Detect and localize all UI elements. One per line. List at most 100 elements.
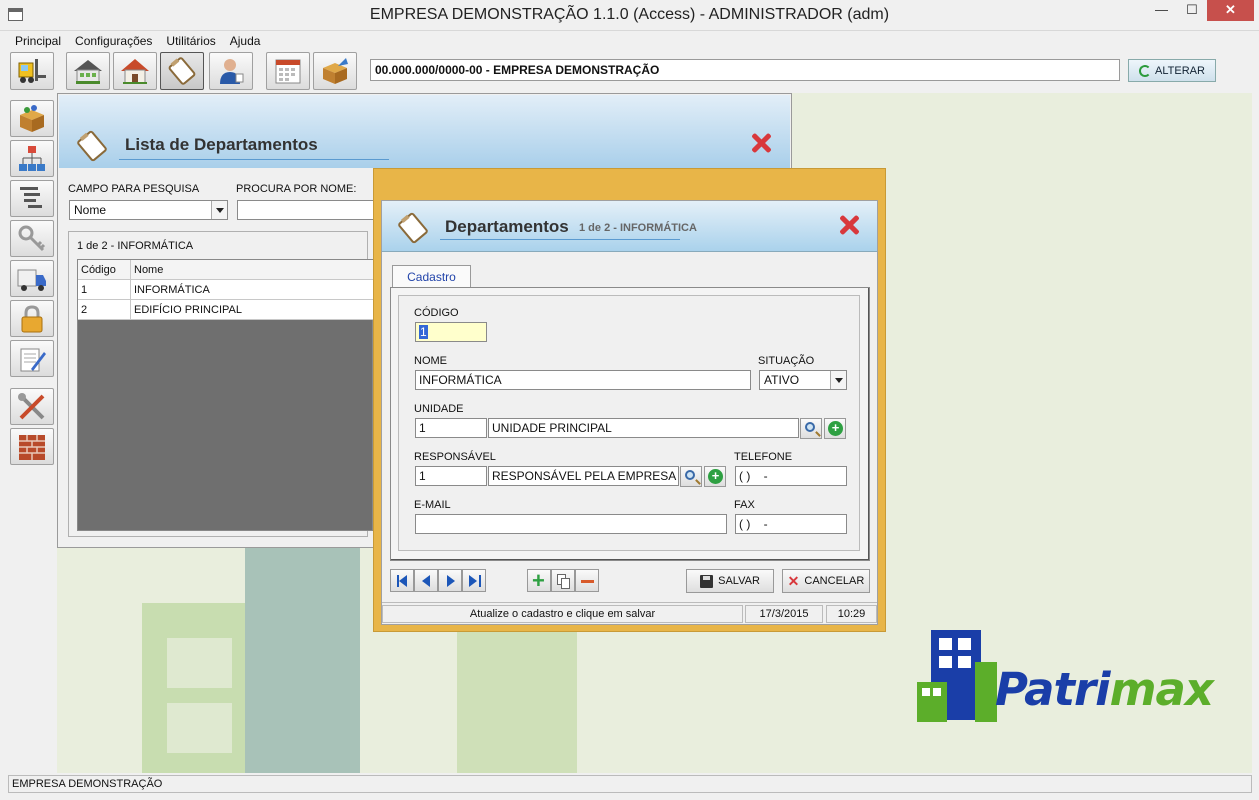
close-window-button[interactable]: ✕ xyxy=(1207,0,1254,21)
unidade-label: UNIDADE xyxy=(414,403,464,415)
table-header-row: Código Nome xyxy=(78,260,374,280)
procura-nome-label: PROCURA POR NOME: xyxy=(236,183,357,195)
package-icon xyxy=(17,104,47,134)
next-record-button[interactable] xyxy=(438,569,462,592)
last-record-button[interactable] xyxy=(462,569,486,592)
cancelar-button[interactable]: ✕ CANCELAR xyxy=(782,569,870,593)
campo-pesquisa-select[interactable]: Nome xyxy=(69,200,228,220)
codigo-input[interactable]: 1 xyxy=(415,322,487,342)
close-icon[interactable] xyxy=(837,213,861,237)
brick-wall-icon xyxy=(17,432,47,462)
lista-title: Lista de Departamentos xyxy=(125,135,318,154)
email-label: E-MAIL xyxy=(414,499,451,511)
tools-button[interactable] xyxy=(10,388,54,425)
codigo-label: CÓDIGO xyxy=(414,307,459,319)
cell-codigo: 2 xyxy=(81,304,88,316)
main-status-bar: EMPRESA DEMONSTRAÇÃO xyxy=(8,775,1252,793)
products-button[interactable] xyxy=(10,100,54,137)
search-responsavel-button[interactable] xyxy=(680,466,702,487)
add-icon: + xyxy=(708,469,723,484)
departamentos-button[interactable] xyxy=(160,52,204,90)
first-record-button[interactable] xyxy=(390,569,414,592)
add-unidade-button[interactable]: + xyxy=(824,418,846,439)
table-row[interactable]: 1 INFORMÁTICA xyxy=(78,280,374,300)
results-panel: 1 de 2 - INFORMÁTICA Código Nome 1 INFOR… xyxy=(68,231,374,537)
menu-ajuda[interactable]: Ajuda xyxy=(223,31,268,50)
column-header-codigo[interactable]: Código xyxy=(81,264,116,276)
calendar-button[interactable] xyxy=(266,52,310,90)
delete-record-button[interactable] xyxy=(575,569,599,592)
forklift-icon xyxy=(17,57,47,85)
unidade-code-input[interactable]: 1 xyxy=(415,418,487,438)
table-row[interactable]: 2 EDIFÍCIO PRINCIPAL xyxy=(78,300,374,320)
responsavel-name-input[interactable]: RESPONSÁVEL PELA EMPRESA xyxy=(488,466,679,486)
responsavel-label: RESPONSÁVEL xyxy=(414,451,496,463)
plus-icon: + xyxy=(532,568,545,593)
window-title-bar: EMPRESA DEMONSTRAÇÃO 1.1.0 (Access) - AD… xyxy=(0,0,1259,31)
cadastro-form: CÓDIGO 1 NOME INFORMÁTICA SITUAÇÃO ATIVO… xyxy=(398,295,860,551)
departments-table: Código Nome 1 INFORMÁTICA 2 EDIFÍCIO PRI… xyxy=(77,259,374,531)
search-icon xyxy=(805,422,815,432)
home-button[interactable] xyxy=(113,52,157,90)
calendar-icon xyxy=(273,56,303,86)
campo-pesquisa-value: Nome xyxy=(74,203,107,217)
company-field[interactable]: 00.000.000/0000-00 - EMPRESA DEMONSTRAÇÃ… xyxy=(370,59,1120,81)
add-responsavel-button[interactable]: + xyxy=(704,466,726,487)
next-icon xyxy=(447,575,455,587)
previous-record-button[interactable] xyxy=(414,569,438,592)
menu-utilitarios[interactable]: Utilitários xyxy=(159,31,222,50)
chevron-down-icon xyxy=(211,201,227,219)
procura-nome-input[interactable] xyxy=(237,200,387,220)
add-icon: + xyxy=(828,421,843,436)
key-icon xyxy=(17,224,47,254)
patrimax-logo: Patrimax xyxy=(915,628,1215,728)
departamentos-dialog: Departamentos 1 de 2 - INFORMÁTICA Cadas… xyxy=(381,200,878,625)
record-count: 1 de 2 - INFORMÁTICA xyxy=(77,240,194,252)
user-icon xyxy=(216,56,246,86)
first-icon xyxy=(399,575,407,587)
org-chart-button[interactable] xyxy=(10,140,54,177)
situacao-select[interactable]: ATIVO xyxy=(759,370,847,390)
maximize-button[interactable]: ☐ xyxy=(1178,0,1206,21)
keys-button[interactable] xyxy=(10,220,54,257)
tab-cadastro[interactable]: Cadastro xyxy=(392,265,471,288)
alterar-label: ALTERAR xyxy=(1155,64,1205,77)
user-button[interactable] xyxy=(209,52,253,90)
column-header-nome[interactable]: Nome xyxy=(134,264,163,276)
document-pen-icon xyxy=(17,344,47,374)
forklift-button[interactable] xyxy=(10,52,54,90)
menu-bar: Principal Configurações Utilitários Ajud… xyxy=(8,31,267,50)
tree-list-button[interactable] xyxy=(10,180,54,217)
menu-configuracoes[interactable]: Configurações xyxy=(68,31,159,50)
close-icon[interactable] xyxy=(749,131,773,155)
dept-header: Departamentos 1 de 2 - INFORMÁTICA xyxy=(382,201,877,252)
truck-button[interactable] xyxy=(10,260,54,297)
duplicate-record-button[interactable] xyxy=(551,569,575,592)
menu-principal[interactable]: Principal xyxy=(8,31,68,50)
add-record-button[interactable]: + xyxy=(527,568,551,593)
cell-codigo: 1 xyxy=(81,284,88,296)
fax-input[interactable]: ( ) - xyxy=(735,514,847,534)
clipboard-icon xyxy=(167,56,197,86)
responsavel-code-input[interactable]: 1 xyxy=(415,466,487,486)
logo-text-max: max xyxy=(1109,663,1214,716)
nome-input[interactable]: INFORMÁTICA xyxy=(415,370,751,390)
documents-button[interactable] xyxy=(10,340,54,377)
salvar-button[interactable]: SALVAR xyxy=(686,569,774,593)
open-box-button[interactable] xyxy=(313,52,357,90)
lista-header: Lista de Departamentos xyxy=(59,95,790,168)
email-input[interactable] xyxy=(415,514,727,534)
unidade-name-input[interactable]: UNIDADE PRINCIPAL xyxy=(488,418,799,438)
minus-icon xyxy=(581,580,594,583)
wrench-icon xyxy=(17,392,47,422)
telefone-input[interactable]: ( ) - xyxy=(735,466,847,486)
cell-nome: INFORMÁTICA xyxy=(134,284,210,296)
status-date: 17/3/2015 xyxy=(745,605,823,623)
lock-button[interactable] xyxy=(10,300,54,337)
previous-icon xyxy=(422,575,430,587)
firewall-button[interactable] xyxy=(10,428,54,465)
building-button[interactable] xyxy=(66,52,110,90)
minimize-button[interactable]: — xyxy=(1145,0,1178,21)
alterar-button[interactable]: ALTERAR xyxy=(1128,59,1216,82)
search-unidade-button[interactable] xyxy=(800,418,822,439)
